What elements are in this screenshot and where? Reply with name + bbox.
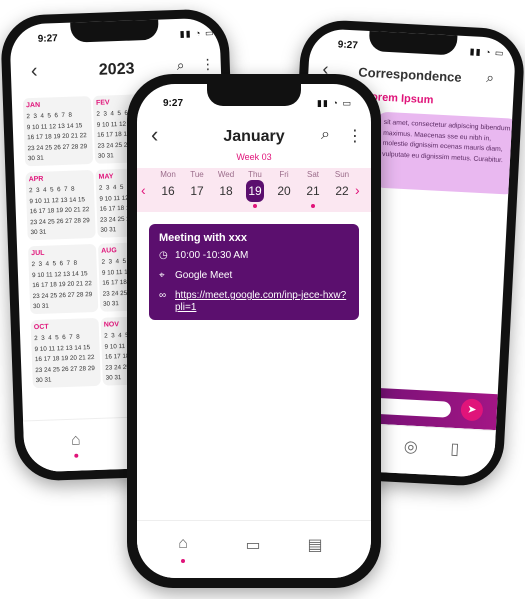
day-name: Sun — [334, 170, 350, 179]
month-grid: APR 2 3 4 5 6 7 8 9 10 11 12 13 14 15 16 … — [28, 172, 94, 239]
day-number[interactable]: 19 — [242, 184, 268, 198]
month-grid: JUL 2 3 4 5 6 7 8 9 10 11 12 13 14 15 16 … — [31, 246, 97, 313]
chart-search-icon[interactable]: ◎ — [398, 436, 423, 457]
day-number[interactable]: 22 — [329, 184, 355, 198]
event-time: 10:00 -10:30 AM — [175, 250, 249, 261]
week-strip: ‹ › Mon 16 Tue 17 Wed 18 Thu 19 Fri 20 Sat 21 Sun 22 — [137, 168, 371, 212]
phone-weekly-calendar: 9:27 ▮▮ ◔ ▭ ‹ January ⌕ ⋮ Week 03 ‹ › Mo… — [127, 74, 381, 588]
wallet-icon[interactable]: ▭ — [241, 535, 265, 555]
day-number[interactable]: 16 — [155, 184, 181, 198]
location-icon: ⌖ — [159, 270, 165, 281]
event-dot — [311, 204, 315, 208]
link-icon: ∞ — [159, 290, 167, 301]
day-number[interactable]: 18 — [213, 184, 239, 198]
day-name: Tue — [190, 170, 204, 179]
month-title: January — [223, 128, 285, 145]
back-icon[interactable]: ‹ — [30, 60, 37, 83]
bottom-nav: ⌂ ▭ ▤ — [137, 520, 371, 578]
year-title: 2023 — [98, 60, 135, 79]
message-text: sit amet, consectetur adipiscing bibendu… — [381, 118, 511, 164]
document-icon[interactable]: ▯ — [442, 438, 467, 459]
more-icon[interactable]: ⋮ — [200, 56, 215, 73]
month-days: 2 3 4 5 6 7 8 9 10 11 12 13 14 15 16 17 … — [26, 111, 88, 163]
correspondence-title: Correspondence — [358, 64, 462, 85]
weekly-calendar-screen: 9:27 ▮▮ ◔ ▭ ‹ January ⌕ ⋮ Week 03 ‹ › Mo… — [137, 84, 371, 578]
month-grid: JAN 2 3 4 5 6 7 8 9 10 11 12 13 14 15 16 … — [26, 98, 92, 165]
clock-icon: ◷ — [159, 250, 168, 261]
month-days: 2 3 4 5 6 7 8 9 10 11 12 13 14 15 16 17 … — [34, 333, 95, 385]
status-icons: ▮▮ ◔ ▭ — [179, 27, 215, 39]
day-name: Thu — [248, 170, 262, 179]
event-link[interactable]: https://meet.google.com/inp-jece-hxw?pli… — [175, 290, 351, 314]
month-days: 2 3 4 5 6 7 8 9 10 11 12 13 14 15 16 17 … — [28, 185, 90, 237]
home-icon[interactable]: ⌂ — [63, 431, 88, 450]
day-number[interactable]: 21 — [300, 184, 326, 198]
month-days: 2 3 4 5 6 7 8 9 10 11 12 13 14 15 16 17 … — [31, 259, 93, 311]
search-icon[interactable]: ⌕ — [176, 57, 184, 74]
event-location: Google Meet — [175, 270, 233, 281]
message-icon[interactable]: ▤ — [303, 535, 327, 555]
event-card[interactable]: Meeting with xxx ◷ 10:00 -10:30 AM ⌖ Goo… — [149, 224, 359, 320]
active-dot — [74, 453, 79, 458]
status-icons: ▮▮ ◔ ▭ — [317, 98, 352, 108]
day-name: Wed — [217, 170, 235, 179]
day-name: Fri — [279, 170, 289, 179]
search-icon[interactable]: ⌕ — [321, 126, 330, 144]
notch — [207, 84, 301, 106]
event-title: Meeting with xxx — [159, 232, 248, 244]
status-time: 9:27 — [337, 39, 359, 52]
day-name: Sat — [306, 170, 319, 179]
day-number[interactable]: 17 — [184, 184, 210, 198]
status-icons: ▮▮ ◔ ▭ — [469, 46, 505, 59]
notch — [70, 19, 159, 43]
send-icon[interactable]: ➤ — [460, 398, 484, 422]
status-time: 9:27 — [37, 33, 58, 45]
next-week-icon[interactable]: › — [355, 182, 360, 198]
prev-week-icon[interactable]: ‹ — [141, 182, 146, 198]
active-dot — [181, 559, 185, 563]
message-bubble: sit amet, consectetur adipiscing bibendu… — [372, 111, 517, 195]
home-icon[interactable]: ⌂ — [171, 535, 195, 553]
day-number[interactable]: 20 — [271, 184, 297, 198]
more-icon[interactable]: ⋮ — [347, 126, 363, 146]
month-grid: OCT 2 3 4 5 6 7 8 9 10 11 12 13 14 15 16 … — [34, 320, 100, 387]
status-time: 9:27 — [163, 98, 184, 109]
week-label: Week 03 — [236, 152, 272, 162]
search-icon[interactable]: ⌕ — [486, 69, 495, 86]
event-dot — [253, 204, 257, 208]
message-subject: orem Ipsum — [370, 91, 434, 107]
day-name: Mon — [160, 170, 176, 179]
